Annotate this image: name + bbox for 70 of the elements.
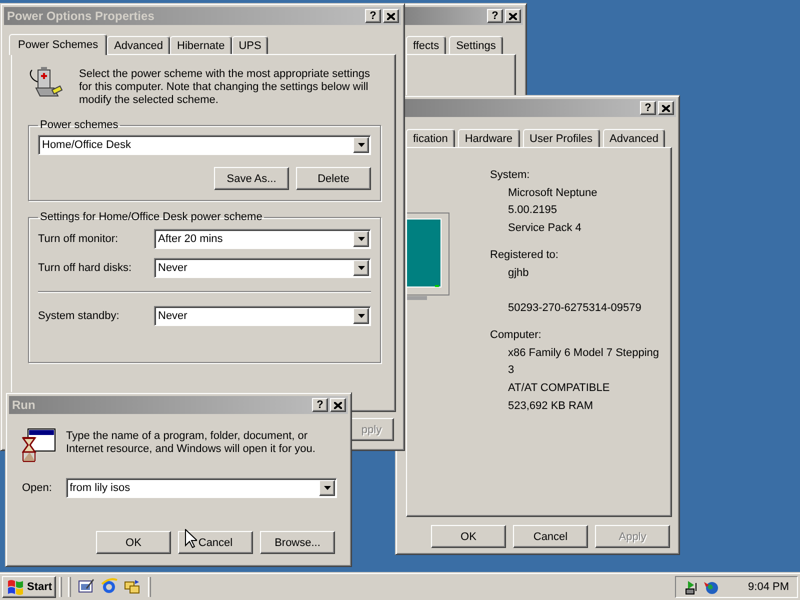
info-value: AT/AT COMPATIBLE <box>507 381 611 396</box>
open-field[interactable]: from lily isos <box>70 482 319 494</box>
window-hourglass-icon <box>22 428 56 462</box>
setting-label: System standby: <box>38 310 120 322</box>
cancel-button[interactable]: Cancel <box>178 531 253 554</box>
tab[interactable]: UPS <box>232 36 268 54</box>
close-icon <box>334 402 342 408</box>
info-value: gjhb <box>507 266 530 281</box>
close-icon <box>662 104 670 112</box>
group-label: Settings for Home/Office Desk power scheme <box>39 211 264 223</box>
tab[interactable]: Settings <box>449 36 503 54</box>
tab[interactable]: Power Schemes <box>9 34 108 55</box>
tab[interactable]: Hibernate <box>170 36 232 54</box>
scheme-dropdown[interactable]: Home/Office Desk <box>38 135 371 155</box>
info-value: 3 <box>507 363 516 378</box>
caret-icon <box>358 143 364 147</box>
save-as-button[interactable]: Save As... <box>214 167 289 190</box>
flag-icon <box>6 578 24 594</box>
info-value: Microsoft Neptune <box>507 186 598 201</box>
browse-button[interactable]: Browse... <box>260 531 335 554</box>
help-button[interactable]: ? <box>487 9 503 23</box>
open-field[interactable]: from lily isos <box>66 478 337 498</box>
prompt-text: Type the name of a program, folder, document, or Internet resource, and Windows will open it for you. <box>66 430 316 456</box>
intro-text: Select the power scheme with the most appropriate settings for this computer. Note that changing the settings below will modify the selected scheme. <box>79 68 372 107</box>
setting-dropdown[interactable]: Never <box>154 258 371 278</box>
product-id: 50293-270-6275314-09579 <box>507 301 642 316</box>
help-button[interactable]: ? <box>312 398 328 412</box>
info-value: 523,692 KB RAM <box>507 398 594 414</box>
help-button[interactable]: ? <box>365 9 381 23</box>
tab[interactable]: Advanced <box>107 36 170 54</box>
help-button[interactable]: ? <box>640 101 656 115</box>
info-value: 5.00.2195 <box>507 203 558 218</box>
caret-icon <box>358 237 364 241</box>
info-label: Computer: <box>490 328 542 343</box>
setting-label: Turn off hard disks: <box>38 262 133 274</box>
info-value: Service Pack 4 <box>507 221 582 236</box>
caret-icon <box>358 314 364 318</box>
setting-dropdown[interactable]: After 20 mins <box>154 229 371 249</box>
cancel-button[interactable]: Cancel <box>513 525 588 548</box>
start-button[interactable]: Start <box>2 576 56 598</box>
open-label: Open: <box>22 482 53 494</box>
close-button[interactable] <box>658 101 674 115</box>
ok-button[interactable]: OK <box>431 525 506 548</box>
close-button[interactable] <box>383 9 399 23</box>
tab[interactable]: User Profiles <box>522 129 600 147</box>
ok-button[interactable]: OK <box>96 531 171 554</box>
caret-icon <box>324 486 330 490</box>
close-button[interactable] <box>330 398 346 412</box>
caret-icon <box>358 266 364 270</box>
cursor-icon <box>185 529 197 548</box>
tab[interactable]: fication <box>406 129 455 147</box>
close-button[interactable] <box>505 9 521 23</box>
globe-ring-icon[interactable] <box>101 578 118 595</box>
info-label: Registered to: <box>490 248 560 263</box>
close-icon <box>509 12 517 20</box>
tab[interactable]: Hardware <box>458 129 520 147</box>
close-icon <box>387 12 395 20</box>
info-value: x86 Family 6 Model 7 Stepping <box>507 346 660 361</box>
setting-dropdown[interactable]: Never <box>154 306 371 326</box>
clock: 9:04 PM <box>748 580 789 592</box>
desktop-icon[interactable] <box>78 578 96 595</box>
window-title: Run <box>12 398 36 412</box>
tab[interactable]: Advanced <box>602 129 666 147</box>
tab[interactable]: ffects <box>406 36 446 54</box>
window-title: Power Options Properties <box>7 9 154 23</box>
group-label: Power schemes <box>39 119 120 131</box>
delete-button[interactable]: Delete <box>296 167 371 190</box>
folders-icon[interactable] <box>124 578 142 595</box>
info-label: System: <box>490 168 531 183</box>
setting-label: Turn off monitor: <box>38 233 120 245</box>
